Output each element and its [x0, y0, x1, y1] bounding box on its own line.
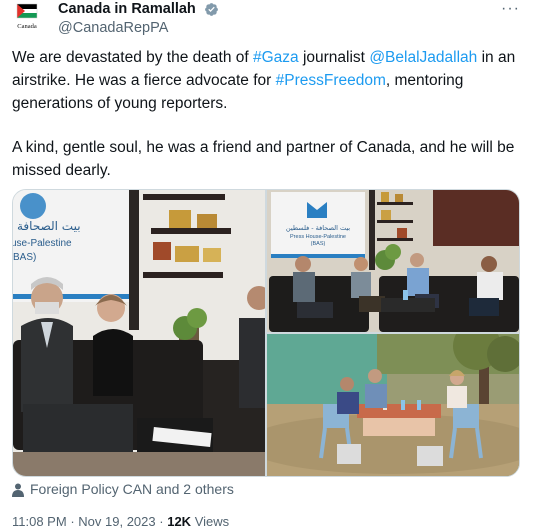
photo-2-image: بيت الصحافة - فلسطين Press House-Palesti… — [267, 190, 519, 332]
display-name[interactable]: Canada in Ramallah — [58, 1, 196, 18]
photo-3[interactable] — [267, 334, 519, 476]
media-grid: بيت الصحافة use-Palestine BAS) بيت الصحا… — [12, 189, 520, 477]
meta-separator: · — [159, 514, 164, 529]
photo-1[interactable]: بيت الصحافة use-Palestine BAS) — [13, 190, 265, 476]
author-name-row: Canada in Ramallah — [58, 1, 219, 18]
handle[interactable]: @CanadaRepPA — [58, 20, 168, 36]
avatar-caption: Canada — [17, 23, 37, 30]
sign-1-abbrev: BAS) — [13, 252, 36, 263]
canada-palestine-flag-icon: Canada — [11, 2, 43, 32]
hashtag-gaza-link[interactable]: #Gaza — [253, 49, 299, 66]
verified-badge-icon — [205, 3, 219, 17]
tweet-date[interactable]: Nov 19, 2023 — [78, 514, 155, 529]
tweet: Canada Canada in Ramallah @CanadaRepPA ·… — [0, 0, 536, 532]
sign-1-english: use-Palestine — [13, 238, 72, 249]
person-icon — [12, 483, 24, 498]
tagged-label[interactable]: Foreign Policy CAN and 2 others — [30, 481, 234, 497]
photo-3-image — [267, 334, 519, 476]
photo-2[interactable]: بيت الصحافة - فلسطين Press House-Palesti… — [267, 190, 519, 332]
views-label: Views — [194, 514, 230, 529]
avatar[interactable]: Canada — [11, 2, 43, 32]
views-count: 12K — [167, 514, 192, 529]
tweet-text: We are devastated by the death of #Gaza … — [12, 46, 524, 182]
sign-2-arabic: بيت الصحافة - فلسطين — [286, 224, 350, 232]
tweet-time[interactable]: 11:08 PM — [12, 514, 67, 529]
tweet-paragraph-1: We are devastated by the death of #Gaza … — [12, 46, 524, 115]
tagged-people[interactable]: Foreign Policy CAN and 2 others — [12, 481, 234, 498]
hashtag-pressfreedom-link[interactable]: #PressFreedom — [276, 72, 386, 89]
more-options-icon[interactable]: ··· — [501, 0, 520, 18]
text-segment: journalist — [298, 49, 370, 66]
photo-1-image: بيت الصحافة use-Palestine BAS) — [13, 190, 265, 476]
tweet-meta: 11:08 PM · Nov 19, 2023 · 12K Views — [12, 514, 229, 529]
sign-1-arabic: بيت الصحافة — [17, 219, 81, 233]
text-segment: We are devastated by the death of — [12, 49, 253, 66]
tweet-paragraph-2: A kind, gentle soul, he was a friend and… — [12, 139, 515, 179]
mention-link[interactable]: @BelalJadallah — [369, 49, 477, 66]
meta-separator: · — [70, 514, 75, 529]
sign-2-abbrev: (BAS) — [311, 241, 326, 247]
sign-2-english: Press House-Palestine — [290, 234, 346, 240]
